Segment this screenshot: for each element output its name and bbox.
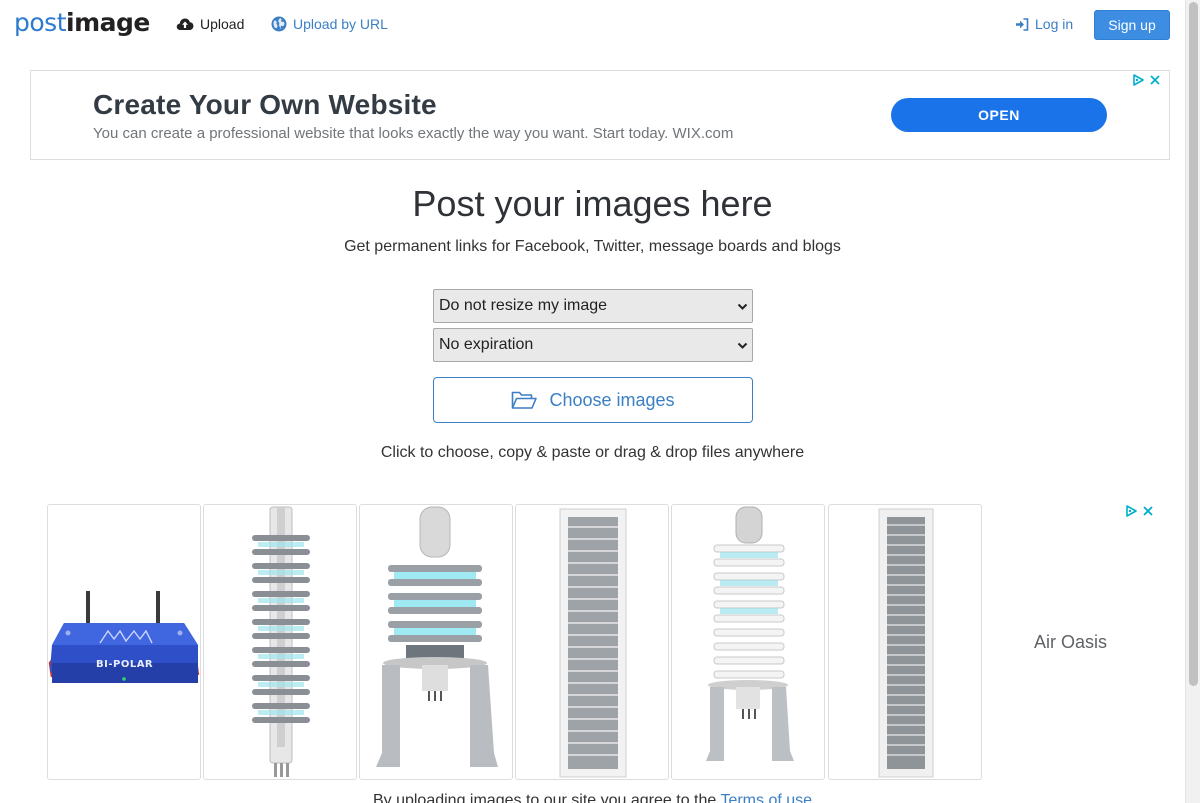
nav-upload-link[interactable]: Upload bbox=[176, 16, 244, 32]
nav-login-link[interactable]: Log in bbox=[1015, 16, 1073, 32]
ad-open-button[interactable]: OPEN bbox=[891, 98, 1107, 132]
terms-prefix: By uploading images to our site you agre… bbox=[372, 792, 717, 803]
ionizer-tube-image bbox=[252, 506, 310, 777]
air-filter-image bbox=[559, 508, 627, 778]
ad-brand-name[interactable]: Air Oasis bbox=[1034, 632, 1107, 653]
ionizer-bracket-image bbox=[376, 506, 498, 767]
adchoices-icon[interactable] bbox=[1131, 73, 1145, 87]
page-title: Post your images here bbox=[412, 183, 773, 224]
resize-select[interactable]: Do not resize my image bbox=[433, 289, 753, 323]
ionizer-white-image bbox=[706, 506, 794, 761]
navbar: postimage Upload Upload by URL Log in Si… bbox=[0, 0, 1185, 50]
nav-upload-by-url-link[interactable]: Upload by URL bbox=[271, 16, 388, 32]
signup-button[interactable]: Sign up bbox=[1094, 10, 1170, 40]
sign-in-icon bbox=[1016, 17, 1029, 31]
page-scrollbar[interactable] bbox=[1185, 0, 1200, 803]
adchoices-icon[interactable] bbox=[1124, 504, 1138, 518]
chevron-down-icon bbox=[737, 342, 748, 349]
globe-icon bbox=[271, 16, 287, 32]
ad-product-tile[interactable] bbox=[515, 504, 669, 780]
ad-choices bbox=[1124, 504, 1154, 518]
close-icon[interactable] bbox=[1149, 74, 1161, 86]
close-icon[interactable] bbox=[1142, 505, 1154, 517]
upload-hint: Click to choose, copy & paste or drag & … bbox=[380, 444, 805, 461]
terms-of-use-link[interactable]: Terms of use bbox=[720, 792, 812, 803]
cloud-upload-icon bbox=[176, 18, 194, 30]
choose-images-label: Choose images bbox=[549, 389, 675, 410]
page: postimage Upload Upload by URL Log in Si… bbox=[0, 0, 1200, 803]
nav-upload-by-url-label: Upload by URL bbox=[293, 16, 388, 32]
ionizer-box-image bbox=[48, 591, 200, 683]
resize-select-value: Do not resize my image bbox=[439, 297, 608, 314]
air-filter-narrow-image bbox=[878, 508, 934, 778]
product-badge: BI-POLAR bbox=[96, 659, 154, 670]
ad-product-tile[interactable] bbox=[203, 504, 357, 780]
ad-product-tile[interactable]: BI-POLAR bbox=[47, 504, 201, 780]
page-subtitle: Get permanent links for Facebook, Twitte… bbox=[344, 238, 841, 255]
logo-text-post: post bbox=[14, 8, 67, 37]
ad-title[interactable]: Create Your Own Website bbox=[93, 89, 437, 121]
terms-notice: By uploading images to our site you agre… bbox=[0, 792, 1185, 803]
ad-product-tile[interactable] bbox=[359, 504, 513, 780]
choose-images-button[interactable]: Choose images bbox=[433, 377, 753, 423]
folder-open-icon bbox=[512, 391, 538, 409]
ad-description: You can create a professional website th… bbox=[93, 125, 734, 142]
nav-login-label: Log in bbox=[1035, 16, 1074, 32]
scrollbar-thumb[interactable] bbox=[1189, 2, 1198, 686]
chevron-down-icon bbox=[737, 303, 748, 310]
ad-product-tile[interactable] bbox=[671, 504, 825, 780]
logo-text-image: image bbox=[66, 8, 150, 37]
expiration-select[interactable]: No expiration bbox=[433, 328, 753, 362]
top-ad-banner[interactable]: Create Your Own Website You can create a… bbox=[30, 70, 1170, 160]
ad-choices bbox=[1131, 73, 1161, 87]
site-logo[interactable]: postimage bbox=[14, 8, 150, 37]
nav-upload-label: Upload bbox=[200, 16, 245, 32]
expiration-select-value: No expiration bbox=[439, 336, 534, 353]
bottom-ad-banner[interactable]: BI-POLAR Air Oasis bbox=[47, 504, 1157, 780]
ad-product-tile[interactable] bbox=[828, 504, 982, 780]
